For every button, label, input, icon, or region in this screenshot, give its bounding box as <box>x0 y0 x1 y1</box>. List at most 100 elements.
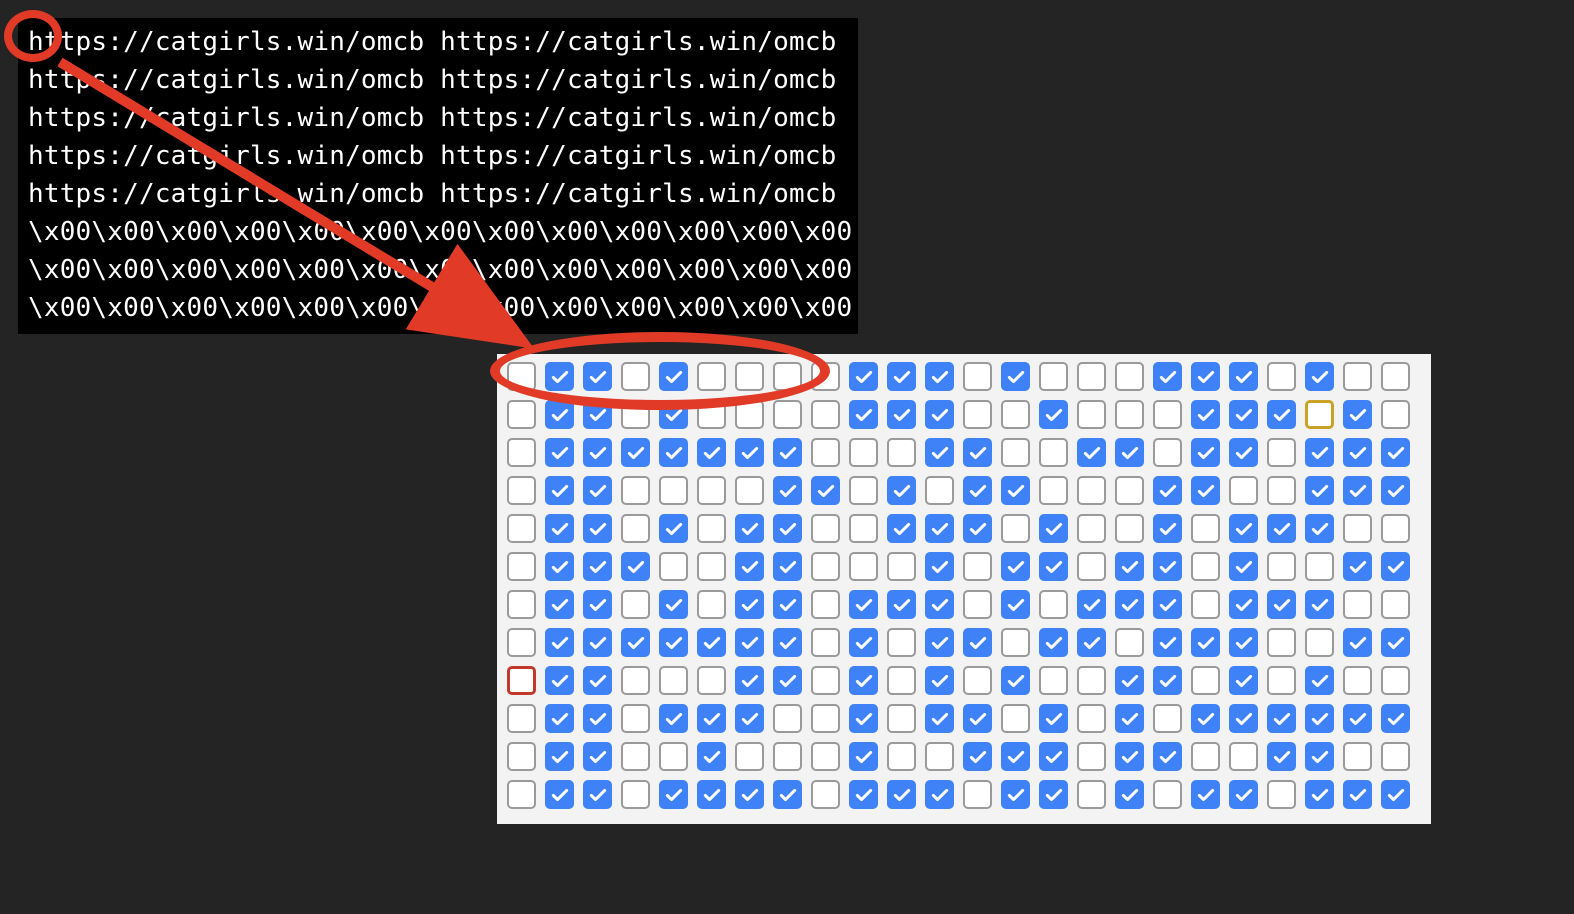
checkbox[interactable] <box>545 552 574 581</box>
checkbox[interactable] <box>621 590 650 619</box>
checkbox[interactable] <box>507 704 536 733</box>
checkbox[interactable] <box>1229 400 1258 429</box>
checkbox[interactable] <box>1267 476 1296 505</box>
checkbox[interactable] <box>1267 666 1296 695</box>
checkbox[interactable] <box>545 362 574 391</box>
checkbox[interactable] <box>1229 628 1258 657</box>
checkbox[interactable] <box>1001 514 1030 543</box>
checkbox[interactable] <box>583 362 612 391</box>
checkbox[interactable] <box>1039 590 1068 619</box>
checkbox[interactable] <box>1001 476 1030 505</box>
checkbox[interactable] <box>1305 742 1334 771</box>
checkbox[interactable] <box>735 590 764 619</box>
checkbox[interactable] <box>811 476 840 505</box>
checkbox[interactable] <box>1077 438 1106 467</box>
checkbox[interactable] <box>1077 400 1106 429</box>
checkbox[interactable] <box>659 362 688 391</box>
checkbox[interactable] <box>1001 438 1030 467</box>
checkbox[interactable] <box>545 514 574 543</box>
checkbox[interactable] <box>849 400 878 429</box>
checkbox[interactable] <box>697 704 726 733</box>
checkbox[interactable] <box>925 780 954 809</box>
checkbox[interactable] <box>887 362 916 391</box>
checkbox[interactable] <box>773 514 802 543</box>
checkbox[interactable] <box>963 628 992 657</box>
checkbox[interactable] <box>545 704 574 733</box>
checkbox[interactable] <box>1077 552 1106 581</box>
checkbox[interactable] <box>887 628 916 657</box>
checkbox[interactable] <box>1343 742 1372 771</box>
checkbox[interactable] <box>1305 400 1334 429</box>
checkbox[interactable] <box>735 476 764 505</box>
checkbox[interactable] <box>1115 476 1144 505</box>
checkbox[interactable] <box>1229 476 1258 505</box>
checkbox[interactable] <box>1039 742 1068 771</box>
checkbox[interactable] <box>697 514 726 543</box>
checkbox[interactable] <box>1001 704 1030 733</box>
checkbox[interactable] <box>1267 400 1296 429</box>
checkbox[interactable] <box>925 476 954 505</box>
checkbox[interactable] <box>697 590 726 619</box>
checkbox[interactable] <box>887 742 916 771</box>
checkbox[interactable] <box>1229 590 1258 619</box>
checkbox[interactable] <box>849 514 878 543</box>
checkbox[interactable] <box>811 590 840 619</box>
checkbox[interactable] <box>545 590 574 619</box>
checkbox[interactable] <box>735 666 764 695</box>
checkbox[interactable] <box>1381 628 1410 657</box>
checkbox[interactable] <box>811 780 840 809</box>
checkbox[interactable] <box>1001 666 1030 695</box>
checkbox[interactable] <box>1381 666 1410 695</box>
checkbox[interactable] <box>507 666 536 695</box>
checkbox[interactable] <box>887 438 916 467</box>
checkbox[interactable] <box>773 552 802 581</box>
checkbox[interactable] <box>925 514 954 543</box>
checkbox[interactable] <box>1305 780 1334 809</box>
checkbox[interactable] <box>1039 400 1068 429</box>
checkbox[interactable] <box>773 742 802 771</box>
checkbox[interactable] <box>1153 704 1182 733</box>
checkbox[interactable] <box>1191 438 1220 467</box>
checkbox[interactable] <box>697 628 726 657</box>
checkbox[interactable] <box>773 780 802 809</box>
checkbox[interactable] <box>697 666 726 695</box>
checkbox[interactable] <box>1115 666 1144 695</box>
checkbox[interactable] <box>1305 628 1334 657</box>
checkbox[interactable] <box>1039 780 1068 809</box>
checkbox[interactable] <box>1229 666 1258 695</box>
checkbox[interactable] <box>1267 780 1296 809</box>
checkbox[interactable] <box>659 514 688 543</box>
checkbox[interactable] <box>963 552 992 581</box>
checkbox[interactable] <box>659 438 688 467</box>
checkbox[interactable] <box>811 400 840 429</box>
checkbox[interactable] <box>925 552 954 581</box>
checkbox[interactable] <box>583 666 612 695</box>
checkbox[interactable] <box>1039 362 1068 391</box>
checkbox[interactable] <box>1039 514 1068 543</box>
checkbox[interactable] <box>507 590 536 619</box>
checkbox[interactable] <box>583 476 612 505</box>
checkbox[interactable] <box>621 742 650 771</box>
checkbox[interactable] <box>659 742 688 771</box>
checkbox[interactable] <box>887 704 916 733</box>
checkbox[interactable] <box>1305 476 1334 505</box>
checkbox[interactable] <box>1229 742 1258 771</box>
checkbox[interactable] <box>1381 704 1410 733</box>
checkbox[interactable] <box>545 742 574 771</box>
checkbox[interactable] <box>507 362 536 391</box>
checkbox[interactable] <box>507 400 536 429</box>
checkbox[interactable] <box>1267 362 1296 391</box>
checkbox[interactable] <box>735 704 764 733</box>
checkbox[interactable] <box>1115 742 1144 771</box>
checkbox[interactable] <box>659 476 688 505</box>
checkbox[interactable] <box>811 704 840 733</box>
checkbox[interactable] <box>1267 628 1296 657</box>
checkbox[interactable] <box>1381 438 1410 467</box>
checkbox[interactable] <box>1191 476 1220 505</box>
checkbox[interactable] <box>925 742 954 771</box>
checkbox[interactable] <box>621 476 650 505</box>
checkbox[interactable] <box>773 362 802 391</box>
checkbox[interactable] <box>1229 362 1258 391</box>
checkbox[interactable] <box>697 476 726 505</box>
checkbox[interactable] <box>659 590 688 619</box>
